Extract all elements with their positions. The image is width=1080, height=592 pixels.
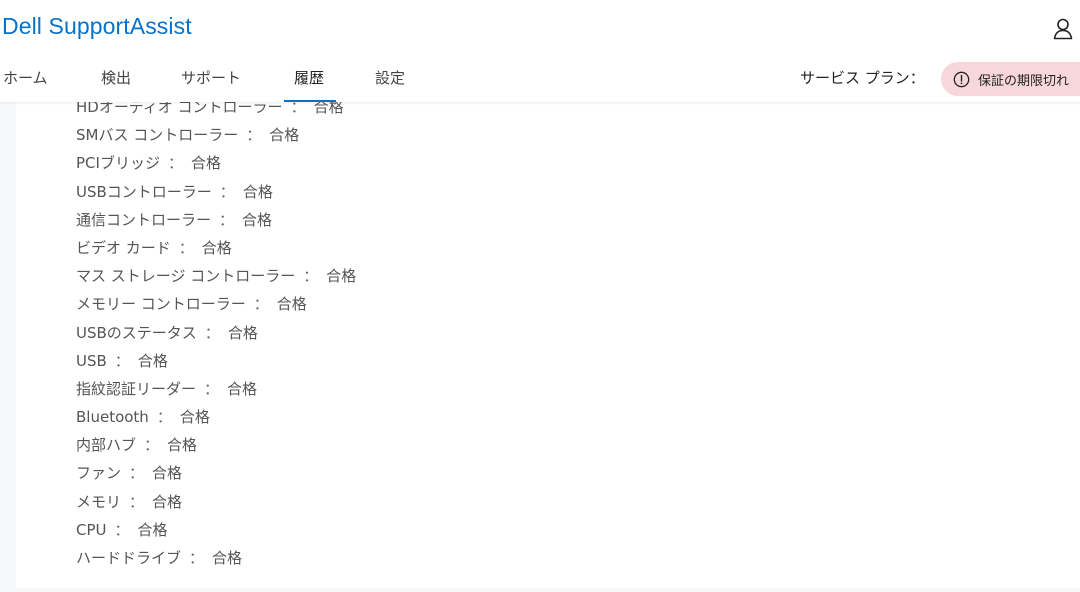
user-icon [1053,18,1073,40]
diagnostic-result-item: メモリ ： 合格 [76,488,356,516]
history-content[interactable]: HDオーディオ コントローラー：合格 SMバス コントローラー：合格 PCIブリッジ… [0,102,1080,592]
result-separator: ： [156,408,172,427]
tab-support[interactable]: サポート [181,58,241,102]
result-separator: ： [167,154,183,173]
diagnostic-result-item: PCIブリッジ ： 合格 [76,149,356,177]
test-status: 合格 [242,182,273,201]
tab-history-label: 履歴 [294,69,325,87]
diagnostic-result-item: 通信コントローラー ： 合格 [76,206,356,234]
result-separator: ： [253,295,269,314]
diagnostic-result-item: 内部ハブ ： 合格 [76,431,356,459]
component-name: 指紋認証リーダー [76,379,197,398]
test-status: 合格 [179,408,210,427]
component-name: CPU [76,520,107,539]
test-status: 合格 [212,549,243,567]
test-status: 合格 [152,464,183,483]
result-separator: ： [178,238,194,257]
test-status: 合格 [137,520,168,539]
component-name: メモリ [76,492,122,511]
result-separator: ： [219,210,235,229]
component-name: 通信コントローラー [76,210,212,229]
diagnostic-results-list: HDオーディオ コントローラー：合格 SMバス コントローラー：合格 PCIブリッジ… [76,102,356,572]
diagnostic-result-item: SMバス コントローラー ： 合格 [76,121,356,149]
tab-detect-label: 検出 [101,69,132,87]
supportassist-window: Dell SupportAssist ホーム 検出 サポート 履歴 設定 サービ… [0,0,1080,592]
component-name: ファン [76,464,122,483]
test-status: 合格 [190,154,221,173]
tab-settings-label: 設定 [375,69,406,87]
app-title: Dell SupportAssist [2,13,192,39]
diagnostic-result-item: CPU ： 合格 [76,516,356,544]
diagnostic-result-item: ビデオ カード ： 合格 [76,234,356,262]
component-name: 内部ハブ [76,436,137,455]
diagnostic-result-item: メモリー コントローラー ： 合格 [76,290,356,318]
component-name: メモリー コントローラー [76,295,246,314]
service-plan-label: サービス プラン： [800,69,925,87]
component-name: SMバス コントローラー [76,126,239,145]
result-separator: ： [114,351,130,370]
diagnostic-results-panel: HDオーディオ コントローラー：合格 SMバス コントローラー：合格 PCIブリッジ… [16,102,1080,588]
test-status: 合格 [242,210,273,229]
diagnostic-result-item: USB ： 合格 [76,347,356,375]
warranty-status-badge[interactable]: 保証の期限切れ [941,62,1080,96]
tab-home-label: ホーム [3,69,48,87]
component-name: PCIブリッジ [76,154,160,173]
result-separator: ： [129,492,145,511]
component-name: USBのステータス [76,323,197,342]
result-separator: ： [303,267,319,286]
component-name: Bluetooth [76,408,149,427]
test-status: 合格 [276,295,307,314]
tab-history[interactable]: 履歴 [284,58,337,102]
result-separator: ： [204,379,220,398]
header-divider [0,102,1080,105]
diagnostic-result-item: ハードドライブ ： 合格 [76,544,356,572]
tab-support-label: サポート [181,69,242,87]
component-name: USB [76,351,107,370]
test-status: 合格 [152,492,183,511]
diagnostic-result-item: Bluetooth ： 合格 [76,403,356,431]
diagnostic-result-item: 指紋認証リーダー ： 合格 [76,375,356,403]
component-name: ハードドライブ [76,549,182,567]
result-separator: ： [129,464,145,483]
main-nav: ホーム 検出 サポート 履歴 設定 サービス プラン： 保証の期限切れ [0,58,1080,102]
result-separator: ： [114,520,130,539]
test-status: 合格 [227,379,258,398]
test-status: 合格 [269,126,300,145]
test-status: 合格 [167,436,198,455]
result-separator: ： [219,182,235,201]
warranty-status-text: 保証の期限切れ [978,73,1070,89]
diagnostic-result-item: マス ストレージ コントローラー ： 合格 [76,262,356,290]
alert-circle-icon [953,71,970,87]
tab-home[interactable]: ホーム [3,58,48,102]
tab-settings[interactable]: 設定 [375,58,405,102]
diagnostic-result-item: USBコントローラー ： 合格 [76,178,356,206]
result-separator: ： [144,436,160,455]
test-status: 合格 [326,267,357,286]
diagnostic-result-item: ファン ： 合格 [76,459,356,487]
test-status: 合格 [201,238,232,257]
diagnostic-result-item: USBのステータス ： 合格 [76,319,356,347]
component-name: マス ストレージ コントローラー [76,267,296,286]
result-separator: ： [189,549,205,567]
component-name: ビデオ カード [76,238,171,257]
test-status: 合格 [227,323,258,342]
test-status: 合格 [137,351,168,370]
tab-detect[interactable]: 検出 [101,58,131,102]
result-separator: ： [204,323,220,342]
component-name: USBコントローラー [76,182,212,201]
result-separator: ： [246,126,262,145]
account-button[interactable] [1050,16,1076,42]
